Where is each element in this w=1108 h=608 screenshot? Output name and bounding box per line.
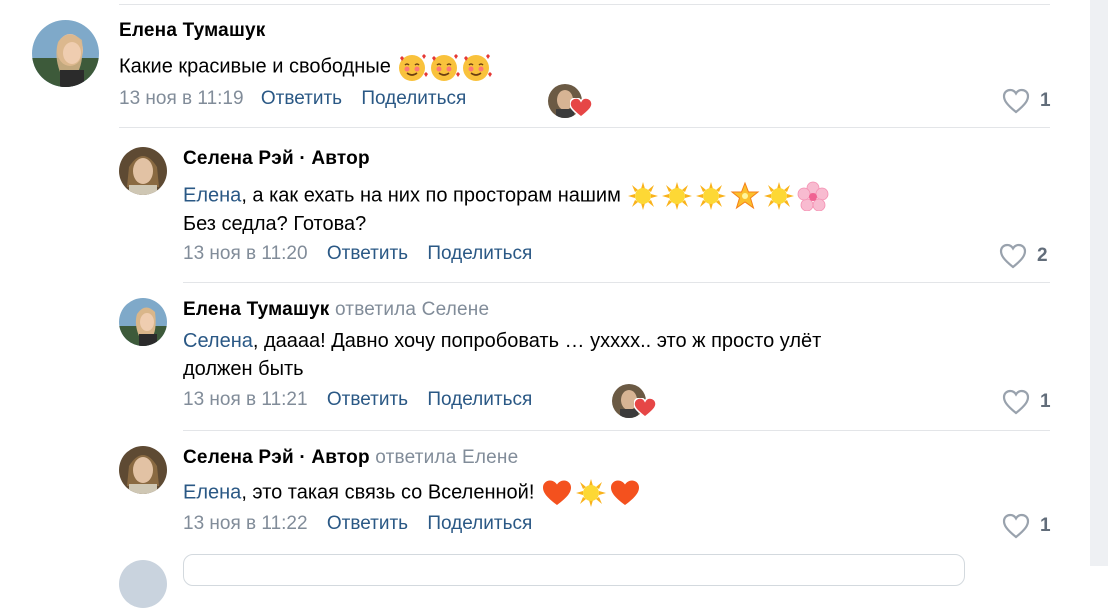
divider [119,127,1050,128]
share-button[interactable]: Поделиться [427,513,532,534]
comment-meta: 13 ноя в 11:20 Ответить Поделиться [183,243,532,265]
smiling-face-with-hearts-icon [460,52,493,82]
liked-by-author[interactable] [612,384,656,420]
sun-icon [694,181,728,211]
glowing-star-icon [728,181,762,211]
heart-outline-icon [1002,513,1030,539]
like-count: 1 [1040,391,1051,412]
avatar-selena[interactable] [119,147,167,195]
like-count: 1 [1040,90,1051,111]
comment-meta: 13 ноя в 11:19 Ответить Поделиться [119,88,466,110]
sun-icon [626,181,660,211]
mention-link[interactable]: Елена [183,481,241,503]
share-button[interactable]: Поделиться [361,88,466,109]
orange-heart-icon [608,478,642,508]
replied-to[interactable]: ответила Елене [375,447,518,468]
current-user-avatar [119,560,167,608]
reply-button[interactable]: Ответить [327,513,408,534]
share-button[interactable]: Поделиться [427,389,532,410]
reply-button[interactable]: Ответить [261,88,342,109]
avatar-elena[interactable] [119,298,167,346]
comment-author[interactable]: Елена Тумашук [119,20,265,42]
like-button[interactable]: 1 [1002,389,1051,415]
heart-outline-icon [999,243,1027,269]
like-button[interactable]: 1 [1002,88,1051,114]
comment-text: Елена, а как ехать на них по просторам н… [183,181,830,211]
page-scroll-rail[interactable] [1090,0,1108,566]
heart-badge-icon [634,398,656,418]
comment-author[interactable]: Селена Рэй · Автор [183,148,370,170]
like-button[interactable]: 1 [1002,513,1051,539]
comment-meta: 13 ноя в 11:21 Ответить Поделиться [183,389,532,411]
share-button[interactable]: Поделиться [427,243,532,264]
reply-input[interactable] [183,554,965,586]
sun-icon [660,181,694,211]
like-count: 2 [1037,245,1048,266]
sun-icon [574,478,608,508]
orange-heart-icon [540,478,574,508]
divider [183,430,1050,431]
sun-icon [762,181,796,211]
avatar-elena[interactable] [32,20,99,87]
smiling-face-with-hearts-icon [396,52,429,82]
comment-time[interactable]: 13 ноя в 11:19 [119,88,244,109]
comment-text-line2: Без седла? Готова? [183,213,367,235]
like-button[interactable]: 2 [999,243,1048,269]
mention-link[interactable]: Селена [183,330,253,352]
comment-author[interactable]: Селена Рэй · Автор ответила Елене [183,447,518,469]
comment-text: Елена, это такая связь со Вселенной! [183,478,642,508]
cherry-blossom-icon [796,181,830,211]
like-count: 1 [1040,515,1051,536]
divider [183,282,1050,283]
comment-meta: 13 ноя в 11:22 Ответить Поделиться [183,513,532,535]
reply-button[interactable]: Ответить [327,389,408,410]
comment-time[interactable]: 13 ноя в 11:20 [183,243,308,264]
heart-badge-icon [570,98,592,118]
comment-time[interactable]: 13 ноя в 11:21 [183,389,308,410]
comment-text: Какие красивые и свободные [119,52,493,82]
comment-text-line2: должен быть [183,358,304,380]
mention-link[interactable]: Елена [183,184,241,206]
smiling-face-with-hearts-icon [428,52,461,82]
reply-button[interactable]: Ответить [327,243,408,264]
replied-to[interactable]: ответила Селене [335,299,489,320]
comment-time[interactable]: 13 ноя в 11:22 [183,513,308,534]
heart-outline-icon [1002,389,1030,415]
liked-by-author[interactable] [548,84,592,120]
heart-outline-icon [1002,88,1030,114]
avatar-selena[interactable] [119,446,167,494]
top-divider [119,4,1050,5]
comment-author[interactable]: Елена Тумашук ответила Селене [183,299,489,321]
comment-text: Селена, даааа! Давно хочу попробовать … … [183,330,822,352]
